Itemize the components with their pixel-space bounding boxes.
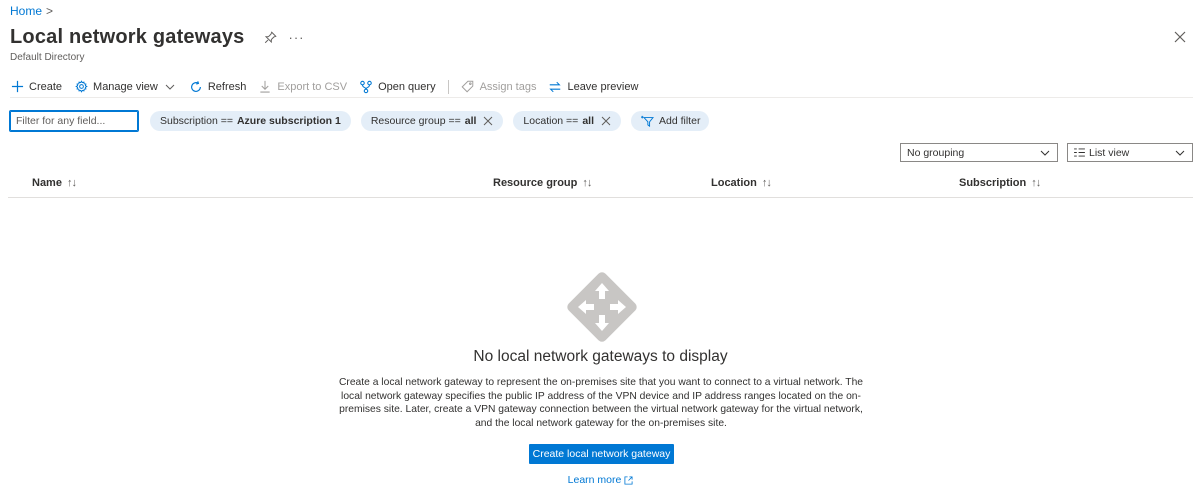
location-filter-pill[interactable]: Location == all	[513, 111, 621, 131]
learn-more-label: Learn more	[567, 474, 622, 486]
local-network-gateway-icon	[561, 266, 643, 348]
location-filter-label: Location ==	[523, 115, 579, 127]
assign-tags-button[interactable]: Assign tags	[461, 80, 537, 94]
export-csv-label: Export to CSV	[277, 80, 348, 93]
assign-tags-label: Assign tags	[479, 80, 537, 93]
sort-icon: ↑↓	[761, 177, 772, 189]
column-header-name-label: Name	[32, 177, 62, 189]
column-header-location[interactable]: Location ↑↓	[711, 177, 772, 189]
more-options-icon[interactable]: ···	[288, 30, 304, 45]
empty-state-title: No local network gateways to display	[473, 348, 728, 365]
create-label: Create	[29, 80, 63, 93]
open-query-button[interactable]: Open query	[359, 80, 436, 94]
grouping-dropdown[interactable]: No grouping	[900, 143, 1058, 162]
remove-filter-icon[interactable]	[483, 116, 493, 126]
remove-filter-icon[interactable]	[601, 116, 611, 126]
tag-icon	[461, 80, 475, 94]
pin-icon[interactable]	[262, 30, 278, 46]
gear-icon	[74, 80, 88, 94]
column-header-location-label: Location	[711, 177, 757, 189]
resource-group-filter-value: all	[464, 115, 477, 127]
filter-bar: Subscription == Azure subscription 1 Res…	[9, 110, 710, 132]
add-filter-label: Add filter	[659, 115, 701, 127]
plus-icon	[10, 80, 24, 94]
subscription-filter-label: Subscription ==	[160, 115, 233, 127]
breadcrumb-home-link[interactable]: Home	[10, 4, 42, 18]
download-icon	[258, 80, 272, 94]
add-filter-button[interactable]: Add filter	[631, 111, 710, 131]
refresh-button[interactable]: Refresh	[189, 80, 247, 94]
breadcrumb: Home >	[10, 4, 53, 18]
chevron-down-icon	[163, 80, 177, 94]
sort-icon: ↑↓	[66, 177, 77, 189]
manage-view-label: Manage view	[93, 80, 158, 93]
resource-group-filter-pill[interactable]: Resource group == all	[360, 111, 504, 131]
view-dropdown[interactable]: List view	[1067, 143, 1193, 162]
open-query-label: Open query	[378, 80, 436, 93]
export-csv-button[interactable]: Export to CSV	[258, 80, 347, 94]
column-header-resource-group[interactable]: Resource group ↑↓	[493, 177, 592, 189]
external-link-icon	[624, 475, 633, 485]
filter-search-input[interactable]	[9, 110, 139, 132]
leave-preview-label: Leave preview	[567, 80, 639, 93]
refresh-icon	[189, 80, 203, 94]
add-filter-icon	[640, 115, 654, 127]
breadcrumb-separator: >	[46, 4, 54, 18]
subscription-filter-value: Azure subscription 1	[236, 115, 341, 127]
create-local-network-gateway-button[interactable]: Create local network gateway	[529, 444, 674, 464]
column-header-name[interactable]: Name ↑↓	[32, 177, 77, 189]
chevron-down-icon	[1175, 148, 1185, 158]
view-value: List view	[1089, 146, 1130, 159]
leave-preview-button[interactable]: Leave preview	[548, 80, 638, 94]
column-header-subscription-label: Subscription	[959, 177, 1027, 189]
page-title: Local network gateways	[10, 26, 245, 48]
column-header-resource-group-label: Resource group	[493, 177, 578, 189]
page-subtitle: Default Directory	[10, 52, 85, 63]
grouping-value: No grouping	[907, 146, 965, 159]
subscription-filter-pill[interactable]: Subscription == Azure subscription 1	[150, 111, 351, 131]
column-header-subscription[interactable]: Subscription ↑↓	[959, 177, 1041, 189]
command-bar: Create Manage view Refresh Export to CSV	[10, 76, 1193, 98]
manage-view-button[interactable]: Manage view	[74, 80, 177, 94]
chevron-down-icon	[1040, 148, 1050, 158]
list-view-icon	[1074, 148, 1085, 157]
query-icon	[359, 80, 373, 94]
toolbar-divider	[447, 79, 449, 94]
switch-arrows-icon	[548, 80, 562, 94]
empty-state-description: Create a local network gateway to repres…	[338, 377, 864, 429]
location-filter-value: all	[582, 115, 594, 127]
refresh-label: Refresh	[207, 80, 247, 93]
create-button[interactable]: Create	[10, 80, 62, 94]
title-row: Local network gateways ···	[10, 26, 304, 49]
resource-group-filter-label: Resource group ==	[370, 115, 461, 127]
sort-icon: ↑↓	[582, 177, 592, 189]
learn-more-link[interactable]: Learn more	[0, 474, 1201, 486]
close-icon[interactable]	[1173, 30, 1187, 44]
sort-icon: ↑↓	[1031, 177, 1041, 189]
column-header-row: Name ↑↓ Resource group ↑↓ Location ↑↓ Su…	[8, 170, 1193, 198]
